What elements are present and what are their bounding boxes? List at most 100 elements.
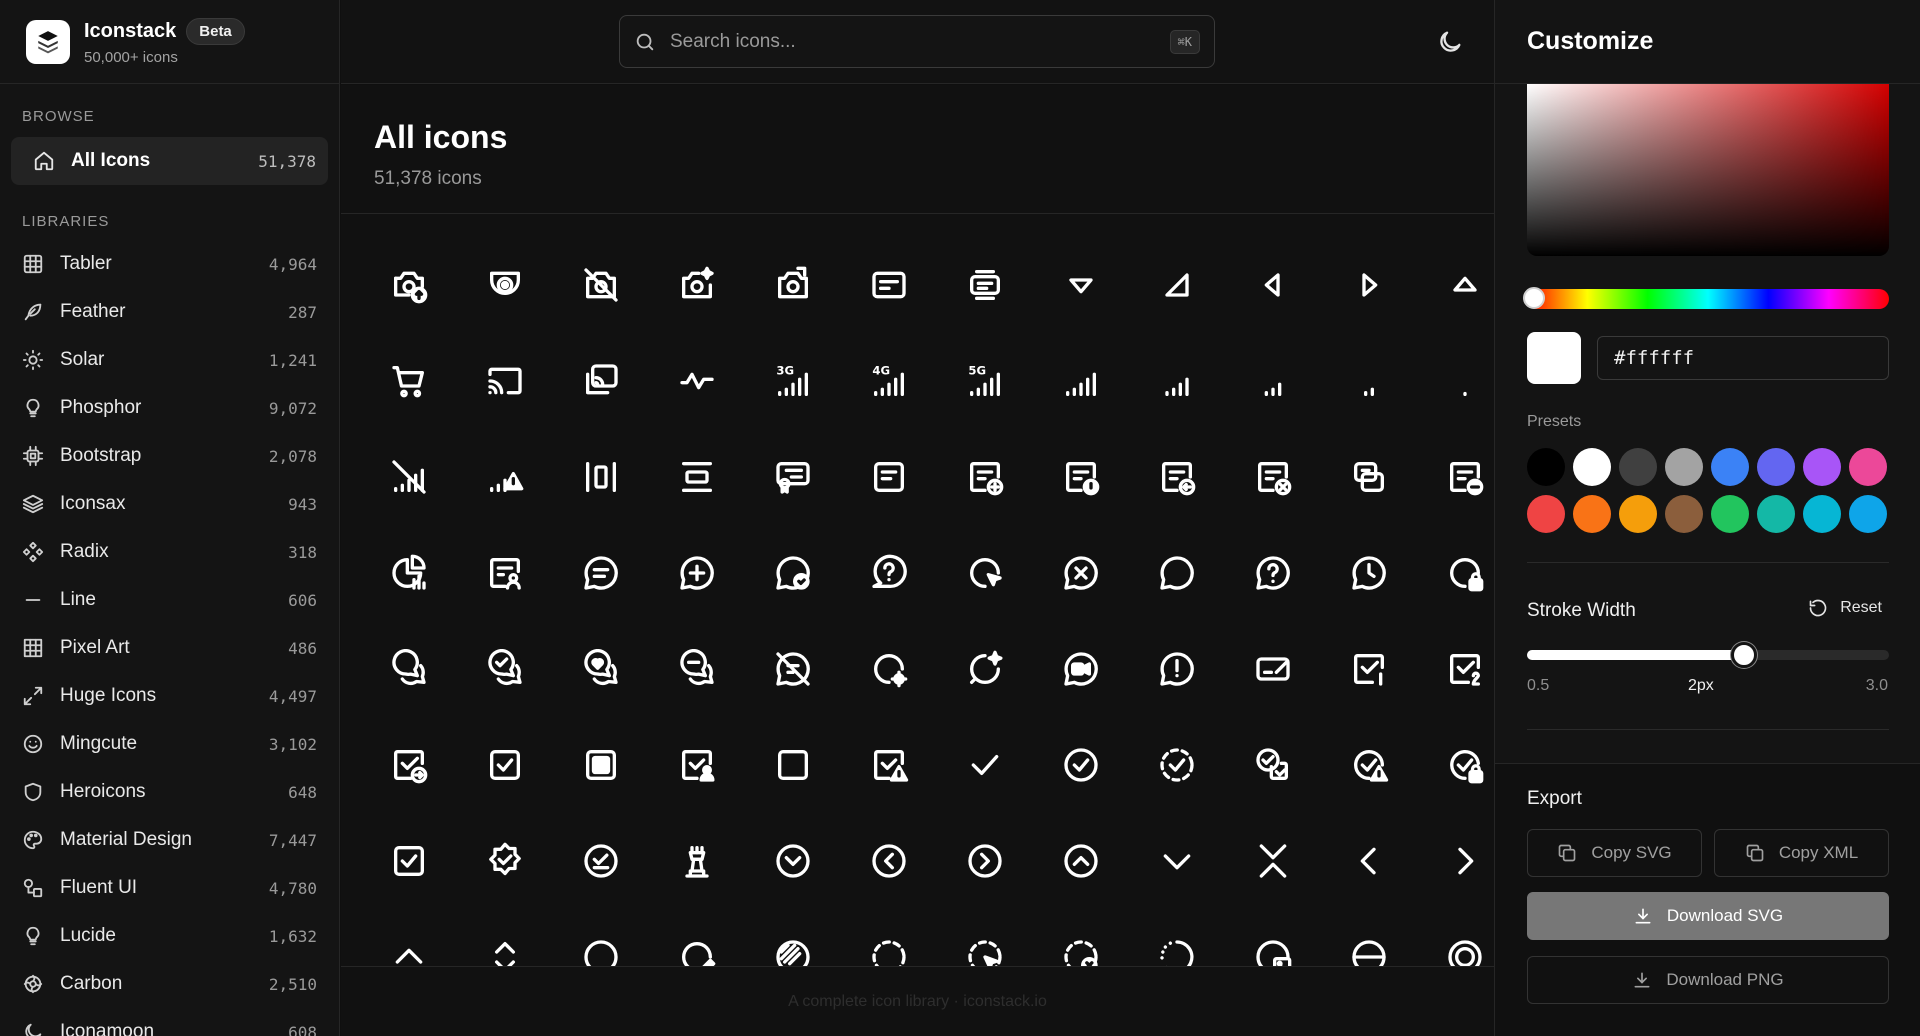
icon-tile[interactable] [649, 525, 745, 621]
icon-tile[interactable] [649, 717, 745, 813]
sidebar-item-all-icons[interactable]: All Icons 51,378 [11, 137, 328, 185]
sidebar-item-huge-icons[interactable]: Huge Icons 4,497 [0, 672, 339, 720]
icon-tile[interactable] [1225, 813, 1321, 909]
download-svg-button[interactable]: Download SVG [1527, 892, 1889, 940]
sidebar-item-mingcute[interactable]: Mingcute 3,102 [0, 720, 339, 768]
icon-tile[interactable] [553, 525, 649, 621]
preset-color-swatch[interactable] [1619, 495, 1657, 533]
icon-tile[interactable] [1225, 333, 1321, 429]
icon-tile[interactable] [841, 717, 937, 813]
icon-tile[interactable] [1321, 237, 1417, 333]
icon-tile[interactable]: 3G [745, 333, 841, 429]
icon-tile[interactable] [457, 717, 553, 813]
preset-color-swatch[interactable] [1619, 448, 1657, 486]
sidebar-item-lucide[interactable]: Lucide 1,632 [0, 912, 339, 960]
sidebar-item-carbon[interactable]: Carbon 2,510 [0, 960, 339, 1008]
icon-tile[interactable] [1033, 621, 1129, 717]
copy-xml-button[interactable]: Copy XML [1714, 829, 1889, 877]
sidebar-item-solar[interactable]: Solar 1,241 [0, 336, 339, 384]
sidebar-item-phosphor[interactable]: Phosphor 9,072 [0, 384, 339, 432]
icon-tile[interactable]: 4G [841, 333, 937, 429]
icon-tile[interactable] [745, 909, 841, 966]
icon-tile[interactable] [1417, 909, 1494, 966]
icon-tile[interactable] [745, 429, 841, 525]
sidebar-item-pixel-art[interactable]: Pixel Art 486 [0, 624, 339, 672]
icon-tile[interactable] [1033, 237, 1129, 333]
icon-tile[interactable] [457, 237, 553, 333]
icon-tile[interactable] [1129, 717, 1225, 813]
sidebar-item-line[interactable]: Line 606 [0, 576, 339, 624]
icon-tile[interactable] [1321, 621, 1417, 717]
sidebar-item-radix[interactable]: Radix 318 [0, 528, 339, 576]
icon-tile[interactable] [937, 237, 1033, 333]
icon-tile[interactable] [745, 621, 841, 717]
icon-tile[interactable] [841, 525, 937, 621]
icon-tile[interactable] [1129, 813, 1225, 909]
icon-tile[interactable] [553, 813, 649, 909]
icon-tile[interactable] [553, 237, 649, 333]
preset-color-swatch[interactable] [1665, 495, 1703, 533]
icon-tile[interactable] [1033, 813, 1129, 909]
sidebar-item-material-design[interactable]: Material Design 7,447 [0, 816, 339, 864]
icon-tile[interactable] [1321, 909, 1417, 966]
icon-tile[interactable] [1417, 813, 1494, 909]
icon-tile[interactable] [457, 621, 553, 717]
icon-tile[interactable] [553, 621, 649, 717]
icon-tile[interactable] [361, 333, 457, 429]
icon-tile[interactable] [841, 621, 937, 717]
sidebar-item-tabler[interactable]: Tabler 4,964 [0, 240, 339, 288]
icon-tile[interactable] [457, 333, 553, 429]
icon-tile[interactable] [1225, 909, 1321, 966]
download-png-button[interactable]: Download PNG [1527, 956, 1889, 1004]
sidebar-item-bootstrap[interactable]: Bootstrap 2,078 [0, 432, 339, 480]
brand-header[interactable]: Iconstack Beta 50,000+ icons [0, 0, 339, 84]
sidebar-item-feather[interactable]: Feather 287 [0, 288, 339, 336]
icon-tile[interactable] [1033, 429, 1129, 525]
icon-tile[interactable] [553, 429, 649, 525]
icon-tile[interactable] [361, 237, 457, 333]
icon-tile[interactable] [457, 429, 553, 525]
icon-tile[interactable] [649, 621, 745, 717]
icon-tile[interactable] [457, 813, 553, 909]
icon-tile[interactable] [937, 717, 1033, 813]
icon-tile[interactable] [1129, 621, 1225, 717]
preset-color-swatch[interactable] [1527, 495, 1565, 533]
icon-tile[interactable] [649, 429, 745, 525]
sidebar-item-fluent-ui[interactable]: Fluent UI 4,780 [0, 864, 339, 912]
icon-tile[interactable] [361, 717, 457, 813]
icon-tile[interactable] [1129, 525, 1225, 621]
icon-tile[interactable] [1417, 525, 1494, 621]
icon-tile[interactable] [649, 909, 745, 966]
preset-color-swatch[interactable] [1803, 448, 1841, 486]
copy-svg-button[interactable]: Copy SVG [1527, 829, 1702, 877]
icon-tile[interactable] [457, 909, 553, 966]
icon-tile[interactable] [1417, 429, 1494, 525]
icon-tile[interactable] [937, 909, 1033, 966]
icon-tile[interactable] [1321, 813, 1417, 909]
icon-tile[interactable] [1225, 621, 1321, 717]
sidebar-item-iconsax[interactable]: Iconsax 943 [0, 480, 339, 528]
search-box[interactable]: ⌘K [619, 15, 1215, 68]
icon-tile[interactable] [553, 909, 649, 966]
icon-tile[interactable] [841, 909, 937, 966]
hex-color-input[interactable] [1597, 336, 1889, 380]
icon-tile[interactable] [841, 813, 937, 909]
icon-tile[interactable] [1321, 525, 1417, 621]
moon-icon[interactable] [1436, 28, 1464, 56]
icon-tile[interactable] [745, 237, 841, 333]
preset-color-swatch[interactable] [1849, 495, 1887, 533]
icon-tile[interactable] [649, 333, 745, 429]
icon-tile[interactable] [1417, 621, 1494, 717]
icon-tile[interactable] [1417, 237, 1494, 333]
stroke-width-slider-thumb[interactable] [1731, 642, 1758, 668]
icon-tile[interactable] [361, 621, 457, 717]
hue-slider-thumb[interactable] [1523, 287, 1545, 309]
icon-tile[interactable] [745, 717, 841, 813]
icon-tile[interactable] [937, 525, 1033, 621]
icon-tile[interactable] [1225, 429, 1321, 525]
preset-color-swatch[interactable] [1573, 448, 1611, 486]
icon-tile[interactable] [553, 717, 649, 813]
preset-color-swatch[interactable] [1711, 448, 1749, 486]
icon-tile[interactable] [1321, 717, 1417, 813]
icon-tile[interactable] [1225, 717, 1321, 813]
